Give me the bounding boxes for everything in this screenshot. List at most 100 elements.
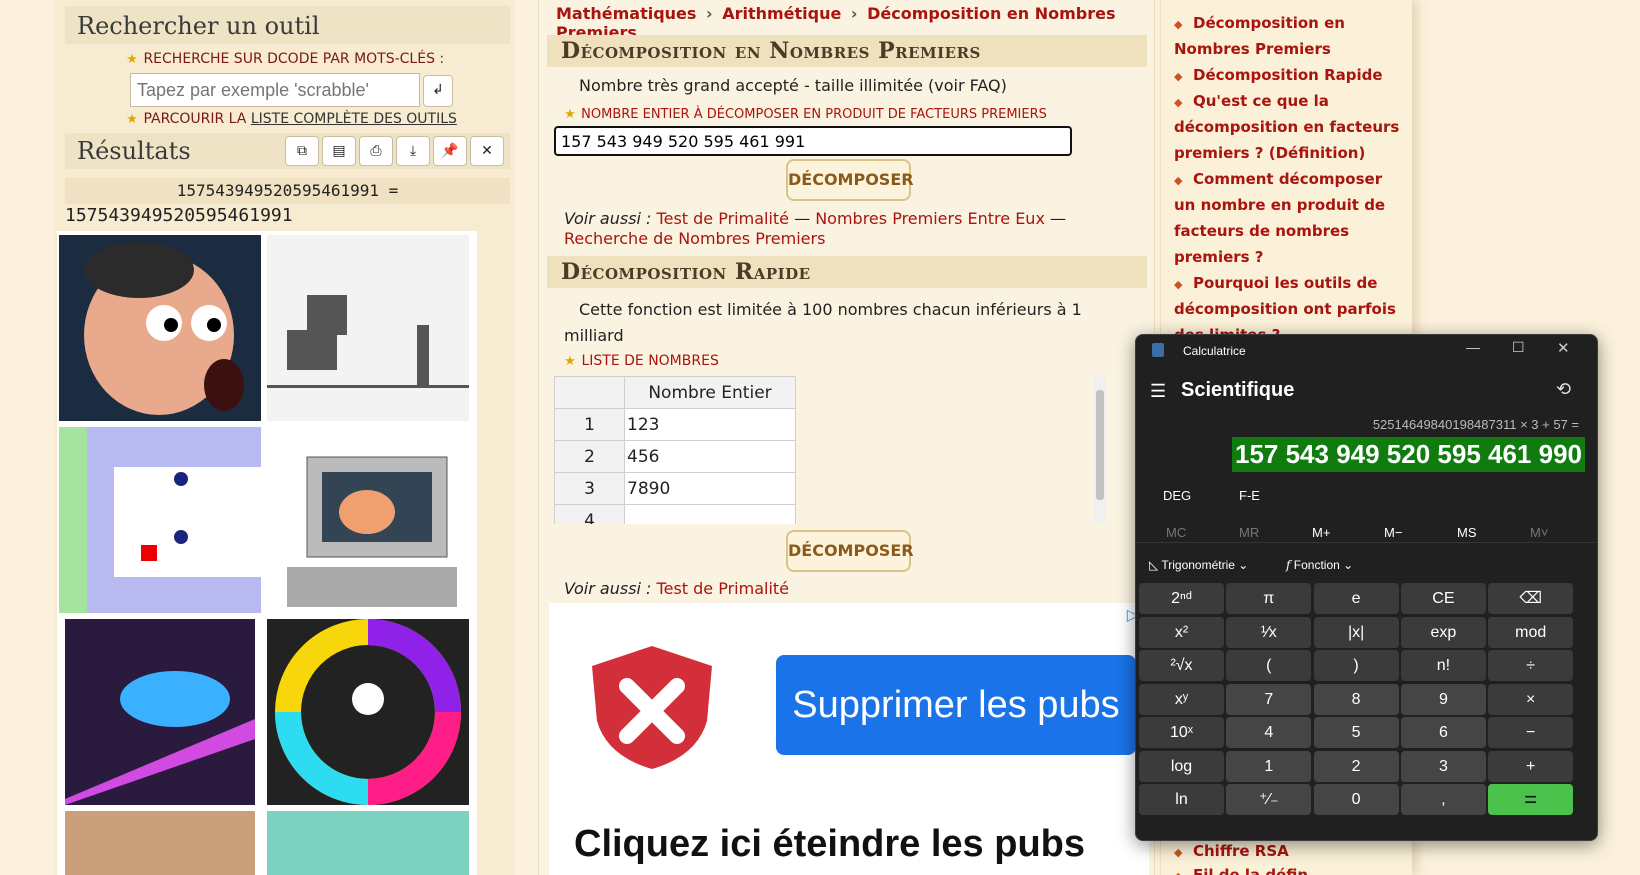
numbers-table[interactable]: Nombre Entier 1 123 2 456 3 7890 4 [554, 376, 1114, 524]
game-thumbnail[interactable] [65, 811, 255, 875]
digit-9-button[interactable]: 9 [1400, 683, 1486, 715]
memory-subtract[interactable]: M− [1384, 525, 1402, 540]
game-thumbnail[interactable] [267, 811, 469, 875]
toc-link[interactable]: ◆ Chiffre RSA [1174, 838, 1289, 864]
toc-link[interactable]: ◆ Décomposition en Nombres Premiers [1174, 10, 1406, 62]
bullet-icon: ◆ [1174, 18, 1183, 31]
plus-button[interactable]: + [1488, 750, 1574, 782]
minimize-icon[interactable]: — [1466, 339, 1480, 355]
deg-toggle[interactable]: DEG [1163, 488, 1191, 503]
memory-add[interactable]: M+ [1312, 525, 1330, 540]
clear-entry-button[interactable]: CE [1400, 583, 1486, 614]
game-thumbnail[interactable] [267, 619, 469, 805]
see-also: Voir aussi : Test de Primalité — Nombres… [564, 209, 1066, 248]
table-scrollbar[interactable] [1094, 376, 1106, 524]
ad-games[interactable]: ▷ ✕ [57, 231, 477, 875]
open-paren-button[interactable]: ( [1226, 650, 1312, 681]
decompose-button[interactable]: DÉCOMPOSER [786, 159, 914, 201]
link-coprime[interactable]: Nombres Premiers Entre Eux [815, 209, 1045, 228]
decompose-button[interactable]: DÉCOMPOSER [786, 530, 914, 572]
maximize-icon[interactable]: ☐ [1512, 339, 1525, 356]
log-button[interactable]: log [1139, 750, 1224, 782]
table-row[interactable]: 3 7890 [554, 472, 796, 505]
digit-5-button[interactable]: 5 [1313, 717, 1399, 748]
e-button[interactable]: e [1313, 583, 1399, 614]
link-primality-test[interactable]: Test de Primalité [657, 209, 789, 228]
toc-link[interactable]: ◆ Décomposition Rapide [1174, 62, 1406, 88]
tools-list-link[interactable]: LISTE COMPLÈTE DES OUTILS [251, 111, 457, 127]
table-row[interactable]: 4 [554, 504, 796, 524]
memory-recall[interactable]: MR [1239, 525, 1259, 540]
digit-2-button[interactable]: 2 [1313, 750, 1399, 782]
menu-icon[interactable]: ☰ [1150, 381, 1166, 402]
multiply-button[interactable]: × [1488, 683, 1574, 715]
close-paren-button[interactable]: ) [1313, 650, 1399, 681]
root-button[interactable]: ²√x [1139, 650, 1224, 681]
breadcrumb-item[interactable]: Arithmétique [722, 4, 841, 23]
toc-link[interactable]: ◆Fil de la défin... [1174, 862, 1325, 875]
reciprocal-button[interactable]: ¹⁄x [1226, 616, 1312, 648]
calculator-window[interactable]: Calculatrice — ☐ ✕ ☰ Scientifique ⟲ 5251… [1135, 334, 1598, 841]
memory-list[interactable]: M˅ [1530, 525, 1548, 540]
abs-button[interactable]: |x| [1313, 616, 1399, 648]
divide-button[interactable]: ÷ [1488, 650, 1574, 681]
digit-8-button[interactable]: 8 [1313, 683, 1399, 715]
keyword-label: ★ RECHERCHE SUR DCODE PAR MOTS-CLÉS : [126, 51, 445, 67]
toc-link[interactable]: ◆ Comment décomposer un nombre en produit… [1174, 166, 1406, 270]
history-icon[interactable]: ⟲ [1556, 379, 1571, 400]
table-row[interactable]: 1 123 [554, 408, 796, 441]
search-input[interactable] [130, 73, 420, 107]
number-input[interactable] [554, 126, 1072, 156]
search-submit-icon[interactable]: ↲ [423, 75, 453, 107]
exp-button[interactable]: exp [1400, 616, 1486, 648]
backspace-button[interactable]: ⌫ [1488, 583, 1574, 614]
decimal-button[interactable]: , [1400, 784, 1486, 815]
save-icon[interactable]: ▤ [322, 136, 356, 166]
pin-icon[interactable]: 📌 [433, 136, 467, 166]
pi-button[interactable]: π [1226, 583, 1312, 614]
function-dropdown[interactable]: f Fonction ⌄ [1286, 558, 1353, 572]
game-thumbnail[interactable] [65, 619, 255, 805]
negate-button[interactable]: ⁺∕₋ [1226, 784, 1312, 815]
trigonometry-dropdown[interactable]: ◺ Trigonométrie ⌄ [1149, 558, 1248, 572]
ad-banner[interactable]: ▷ Supprimer les pubs Cliquez ici éteindr… [549, 603, 1149, 875]
factorial-button[interactable]: n! [1400, 650, 1486, 681]
game-thumbnail[interactable] [267, 427, 469, 613]
ad-text[interactable]: Cliquez ici éteindre les pubs [574, 823, 1085, 866]
equals-button[interactable]: = [1488, 784, 1574, 815]
digit-6-button[interactable]: 6 [1400, 717, 1486, 748]
second-button[interactable]: 2ⁿᵈ [1139, 583, 1224, 614]
download-icon[interactable]: ⤓ [396, 136, 430, 166]
section-note: Nombre très grand accepté - taille illim… [579, 76, 1007, 95]
link-prime-search[interactable]: Recherche de Nombres Premiers [564, 229, 825, 248]
remove-ads-button[interactable]: Supprimer les pubs [776, 655, 1136, 755]
print-icon[interactable]: ⎙ [359, 136, 393, 166]
fe-toggle[interactable]: F-E [1239, 488, 1260, 503]
digit-0-button[interactable]: 0 [1313, 784, 1399, 815]
square-button[interactable]: x² [1139, 616, 1224, 648]
power-button[interactable]: xʸ [1139, 683, 1224, 715]
game-thumbnail[interactable] [59, 235, 261, 421]
memory-clear[interactable]: MC [1166, 525, 1186, 540]
toc-link[interactable]: ◆ Qu'est ce que la décomposition en facte… [1174, 88, 1406, 166]
copy-icon[interactable]: ⧉ [285, 136, 319, 166]
star-icon: ★ [126, 52, 138, 67]
close-icon[interactable]: ✕ [470, 136, 504, 166]
ln-button[interactable]: ln [1139, 784, 1224, 815]
link-primality-test[interactable]: Test de Primalité [657, 579, 789, 598]
digit-3-button[interactable]: 3 [1400, 750, 1486, 782]
ten-power-button[interactable]: 10ˣ [1139, 717, 1224, 748]
digit-1-button[interactable]: 1 [1226, 750, 1312, 782]
breadcrumb-item[interactable]: Mathématiques [556, 4, 696, 23]
memory-store[interactable]: MS [1457, 525, 1477, 540]
game-thumbnail[interactable] [267, 235, 469, 421]
digit-4-button[interactable]: 4 [1226, 717, 1312, 748]
result-value: 157543949520595461991 [65, 205, 293, 226]
minus-button[interactable]: − [1488, 717, 1574, 748]
calculator-mode: Scientifique [1181, 379, 1295, 401]
digit-7-button[interactable]: 7 [1226, 683, 1312, 715]
table-row[interactable]: 2 456 [554, 440, 796, 473]
game-thumbnail[interactable] [59, 427, 261, 613]
mod-button[interactable]: mod [1488, 616, 1574, 648]
close-window-icon[interactable]: ✕ [1557, 339, 1570, 357]
